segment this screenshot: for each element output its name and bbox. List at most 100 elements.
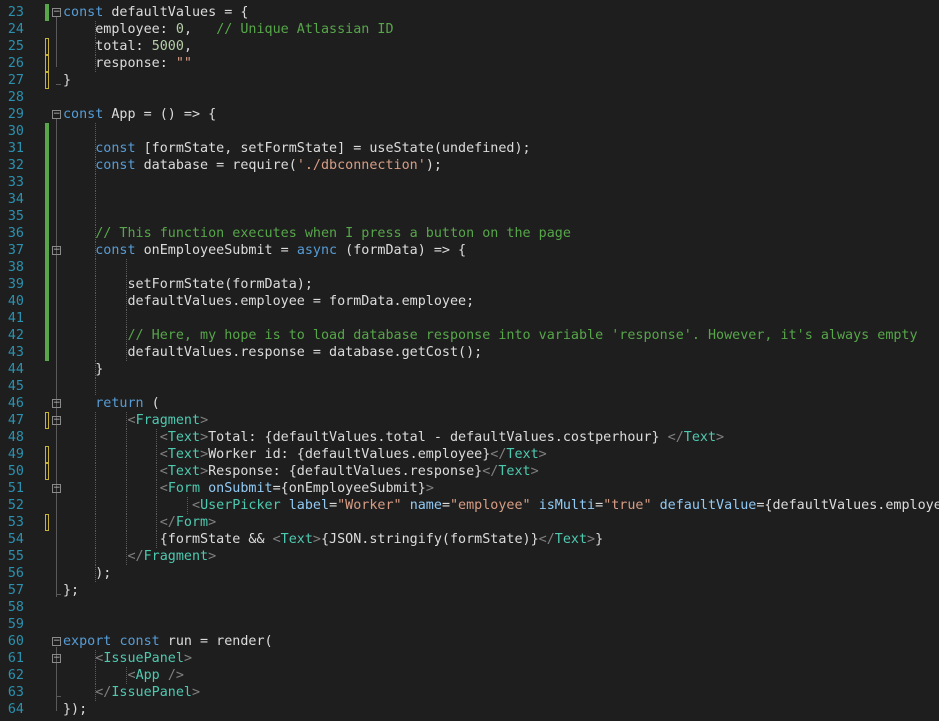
code-line[interactable]: 24 employee: 0, // Unique Atlassian ID xyxy=(0,21,939,38)
token: > xyxy=(716,430,725,445)
code-line[interactable]: 29 − const App = () => { xyxy=(0,106,939,123)
code-line[interactable]: 63 </IssuePanel> xyxy=(0,684,939,701)
code-line[interactable]: 52 <UserPicker label="Worker" name="empl… xyxy=(0,497,939,514)
code-line[interactable]: 34 xyxy=(0,191,939,208)
code-line[interactable]: 59 xyxy=(0,616,939,633)
token: const xyxy=(119,634,160,649)
saved-change-marker xyxy=(45,174,49,191)
code-text: response: "" xyxy=(63,55,192,72)
code-line[interactable]: 27} xyxy=(0,72,939,89)
code-text: ); xyxy=(63,565,111,582)
code-line[interactable]: 42 // Here, my hope is to load database … xyxy=(0,327,939,344)
code-line[interactable]: 55 </Fragment> xyxy=(0,548,939,565)
code-line[interactable]: 61 − <IssuePanel> xyxy=(0,650,939,667)
code-line[interactable]: 37 − const onEmployeeSubmit = async (form… xyxy=(0,242,939,259)
code-line[interactable]: 40 defaultValues.employee = formData.emp… xyxy=(0,293,939,310)
token: onEmployeeSubmit = xyxy=(135,243,297,258)
code-line[interactable]: 53 </Form> xyxy=(0,514,939,531)
code-line[interactable]: 33 xyxy=(0,174,939,191)
token: const xyxy=(95,141,136,156)
code-line[interactable]: 50 <Text>Response: {defaultValues.respon… xyxy=(0,463,939,480)
collapse-icon[interactable]: − xyxy=(52,637,61,646)
saved-change-marker xyxy=(45,225,49,242)
code-line[interactable]: 56 ); xyxy=(0,565,939,582)
collapse-icon[interactable]: − xyxy=(52,399,61,408)
code-line[interactable]: 51 − <Form onSubmit={onEmployeeSubmit}> xyxy=(0,480,939,497)
line-number: 56 xyxy=(7,566,24,581)
code-line[interactable]: 30 xyxy=(0,123,939,140)
token: run = render( xyxy=(159,634,273,649)
token: const xyxy=(63,107,104,122)
token: } xyxy=(63,73,72,88)
code-line[interactable]: 38 xyxy=(0,259,939,276)
token: const xyxy=(95,243,136,258)
code-editor[interactable]: 23− const defaultValues = {24 employee: 0… xyxy=(0,0,939,721)
code-line[interactable]: 46 − return ( xyxy=(0,395,939,412)
code-line[interactable]: 58 xyxy=(0,599,939,616)
code-line[interactable]: 23 − const defaultValues = { xyxy=(0,4,939,21)
token: (formData) => { xyxy=(337,243,467,258)
code-line[interactable]: 39 setFormState(formData); xyxy=(0,276,939,293)
collapse-icon[interactable]: − xyxy=(52,8,61,17)
code-text: employee: 0, // Unique Atlassian ID xyxy=(63,21,393,38)
token: ); xyxy=(63,566,112,581)
line-number: 53 xyxy=(7,515,24,530)
code-line[interactable]: 47 − <Fragment> xyxy=(0,412,939,429)
token: label xyxy=(288,498,330,513)
code-text: <Text>Total: {defaultValues.total - defa… xyxy=(63,429,724,446)
saved-change-marker xyxy=(45,208,49,225)
token: , xyxy=(183,22,217,37)
code-line[interactable]: 35 xyxy=(0,208,939,225)
token: > xyxy=(530,464,539,479)
code-line[interactable]: 57}; xyxy=(0,582,939,599)
code-text: return ( xyxy=(63,395,160,412)
token: {formState && xyxy=(63,532,273,547)
code-line[interactable]: 43 defaultValues.response = database.get… xyxy=(0,344,939,361)
token: isMulti xyxy=(538,498,596,513)
code-line[interactable]: 28 xyxy=(0,89,939,106)
code-line[interactable]: 54 {formState && <Text>{JSON.stringify(f… xyxy=(0,531,939,548)
collapse-icon[interactable]: − xyxy=(52,110,61,119)
line-number: 62 xyxy=(7,668,24,683)
line-number: 24 xyxy=(7,22,24,37)
code-line[interactable]: 44 } xyxy=(0,361,939,378)
collapse-icon[interactable]: − xyxy=(52,246,61,255)
token: = xyxy=(329,498,338,513)
code-line[interactable]: 41 xyxy=(0,310,939,327)
code-line[interactable]: 48 <Text>Total: {defaultValues.total - d… xyxy=(0,429,939,446)
token: Total: {defaultValues.total - defaultVal… xyxy=(208,430,668,445)
token: }; xyxy=(63,583,80,598)
code-text: </Fragment> xyxy=(63,548,217,565)
token: [formState, setFormState] = useState(und… xyxy=(135,141,531,156)
collapse-icon[interactable]: − xyxy=(52,654,61,663)
code-line[interactable]: 62 <App /> xyxy=(0,667,939,684)
token: {JSON.stringify(formState)} xyxy=(320,532,539,547)
code-text: <Fragment> xyxy=(63,412,209,429)
code-line[interactable]: 36 // This function executes when I pres… xyxy=(0,225,939,242)
line-number: 27 xyxy=(7,73,24,88)
code-line[interactable]: 60 − export const run = render( xyxy=(0,633,939,650)
token: './dbconnection' xyxy=(296,158,426,173)
code-line[interactable]: 64}); xyxy=(0,701,939,718)
code-line[interactable]: 45 xyxy=(0,378,939,395)
line-number: 39 xyxy=(7,277,24,292)
code-line[interactable]: 31 const [formState, setFormState] = use… xyxy=(0,140,939,157)
token: name xyxy=(409,498,442,513)
token: Fragment xyxy=(143,549,209,564)
fold-end-tick xyxy=(56,594,61,595)
code-text: // Here, my hope is to load database res… xyxy=(63,327,918,344)
collapse-icon[interactable]: − xyxy=(52,484,61,493)
code-text: const App = () => { xyxy=(63,106,216,123)
code-line[interactable]: 32 const database = require('./dbconnect… xyxy=(0,157,939,174)
code-line[interactable]: 49 <Text>Worker id: {defaultValues.emplo… xyxy=(0,446,939,463)
indent-guide xyxy=(95,123,97,140)
indent-guide xyxy=(125,310,127,327)
code-line[interactable]: 26 response: "" xyxy=(0,55,939,72)
collapse-icon[interactable]: − xyxy=(52,416,61,425)
code-line[interactable]: 25 total: 5000, xyxy=(0,38,939,55)
token: = xyxy=(595,498,604,513)
